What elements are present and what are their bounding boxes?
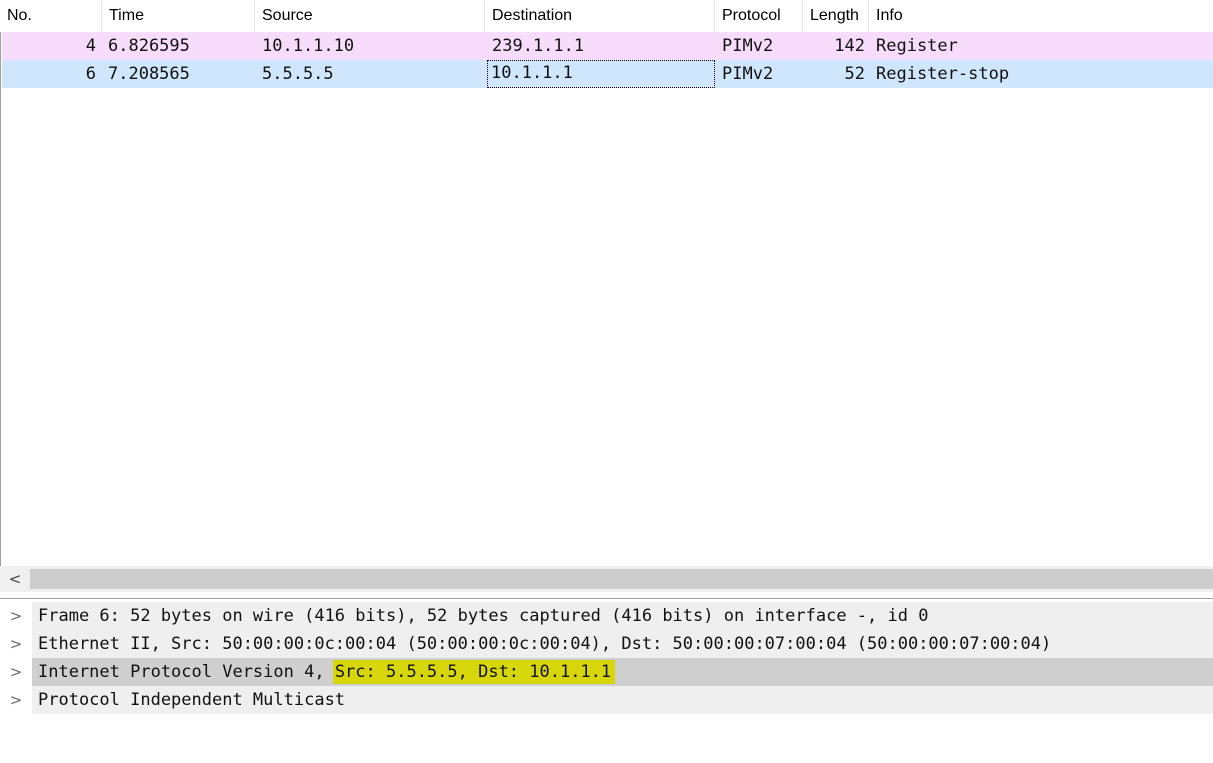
packet-no: 4 (85, 36, 96, 56)
chevron-right-icon[interactable]: > (6, 602, 26, 630)
packet-source: 5.5.5.5 (262, 64, 334, 84)
packet-list-pane[interactable]: No. Time Source Destination Protocol Len… (0, 0, 1213, 592)
column-header-protocol[interactable]: Protocol (715, 0, 803, 32)
chevron-right-icon[interactable]: > (6, 658, 26, 686)
packet-info: Register-stop (876, 64, 1010, 84)
column-header-time[interactable]: Time (102, 0, 255, 32)
detail-tree-label: Ethernet II, Src: 50:00:00:0c:00:04 (50:… (38, 634, 1052, 654)
packet-list-header: No. Time Source Destination Protocol Len… (0, 0, 1213, 32)
packet-protocol: PIMv2 (722, 64, 774, 84)
packet-destination-focused-cell[interactable]: 10.1.1.1 (487, 60, 715, 88)
detail-tree-item-frame[interactable]: > Frame 6: 52 bytes on wire (416 bits), … (0, 602, 1213, 630)
packet-destination: 239.1.1.1 (492, 36, 585, 56)
detail-tree-item-ipv4-selected[interactable]: > Internet Protocol Version 4, Src: 5.5.… (0, 658, 1213, 686)
packet-protocol: PIMv2 (722, 36, 774, 56)
column-header-no[interactable]: No. (0, 0, 102, 32)
pane-divider (0, 598, 1213, 599)
packet-time: 7.208565 (108, 64, 190, 84)
column-header-length[interactable]: Length (803, 0, 869, 32)
chevron-right-icon[interactable]: > (6, 686, 26, 714)
column-header-info[interactable]: Info (869, 0, 1213, 32)
detail-tree-label: Internet Protocol Version 4, Src: 5.5.5.… (38, 658, 616, 686)
packet-row[interactable]: 4 6.826595 10.1.1.10 239.1.1.1 PIMv2 142… (2, 32, 1213, 60)
packet-no: 6 (85, 64, 96, 84)
chevron-right-icon[interactable]: > (6, 630, 26, 658)
packet-details-pane[interactable]: > Frame 6: 52 bytes on wire (416 bits), … (0, 600, 1213, 763)
column-header-destination[interactable]: Destination (485, 0, 715, 32)
detail-tree-label: Frame 6: 52 bytes on wire (416 bits), 52… (38, 606, 929, 626)
detail-tree-label: Protocol Independent Multicast (38, 690, 346, 710)
detail-label-prefix: Internet Protocol Version 4, (38, 662, 335, 682)
scrollbar-thumb[interactable] (30, 569, 1213, 589)
horizontal-scrollbar[interactable]: < (0, 566, 1213, 592)
chevron-left-icon[interactable]: < (2, 566, 28, 592)
column-header-source[interactable]: Source (255, 0, 485, 32)
packet-source: 10.1.1.10 (262, 36, 355, 56)
detail-tree-item-pim[interactable]: > Protocol Independent Multicast (0, 686, 1213, 714)
detail-tree-item-ethernet[interactable]: > Ethernet II, Src: 50:00:00:0c:00:04 (5… (0, 630, 1213, 658)
packet-length: 142 (834, 36, 865, 56)
packet-length: 52 (844, 64, 865, 84)
highlighted-address-text: Src: 5.5.5.5, Dst: 10.1.1.1 (332, 660, 616, 684)
packet-info: Register (876, 36, 958, 56)
packet-time: 6.826595 (108, 36, 190, 56)
pane-border (0, 0, 1, 592)
packet-row-selected[interactable]: 6 7.208565 5.5.5.5 10.1.1.1 PIMv2 52 Reg… (2, 60, 1213, 88)
